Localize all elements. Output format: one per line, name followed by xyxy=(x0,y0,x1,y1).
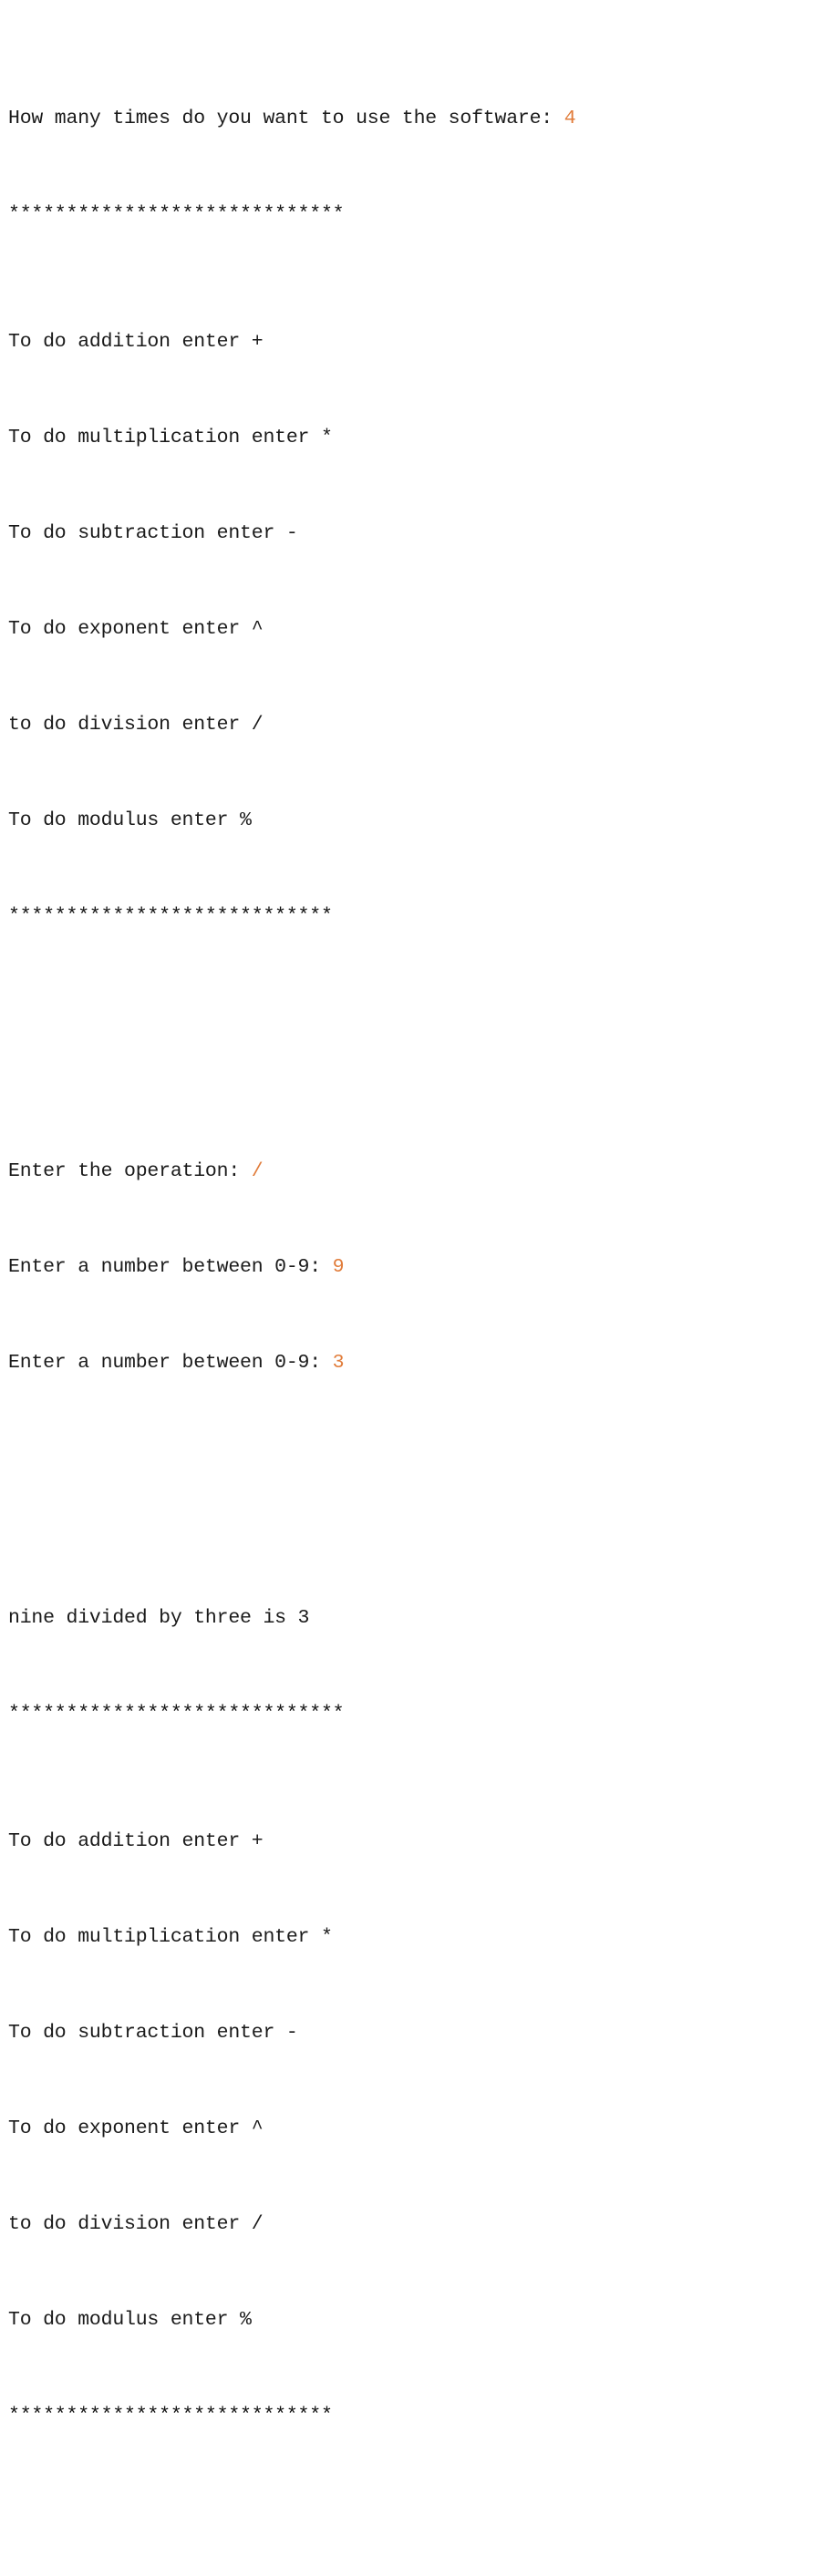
prompt-operation-label-1: Enter the operation: xyxy=(8,1160,252,1182)
menu-item-modulus-2: To do modulus enter % xyxy=(8,2309,252,2331)
menu-item-division-2: to do division enter / xyxy=(8,2213,264,2235)
input-times-value[interactable]: 4 xyxy=(564,108,576,129)
menu-item-addition-1: To do addition enter + xyxy=(8,331,264,353)
prompt-number-label-a-1: Enter a number between 0-9: xyxy=(8,1256,333,1278)
prompt-line-operation-1: Enter the operation: / xyxy=(8,1156,817,1188)
menu-item-multiplication-2: To do multiplication enter * xyxy=(8,1926,333,1948)
menu-item-subtraction-1: To do subtraction enter - xyxy=(8,522,298,544)
prompt-times-label: How many times do you want to use the so… xyxy=(8,108,564,129)
input-number-value-b-1[interactable]: 3 xyxy=(333,1352,345,1374)
prompt-number-label-b-1: Enter a number between 0-9: xyxy=(8,1352,333,1374)
menu-item-exponent-1: To do exponent enter ^ xyxy=(8,618,264,640)
separator-long-2: ***************************** xyxy=(8,1703,345,1725)
separator-short-2: **************************** xyxy=(8,2405,333,2427)
prompt-line-times: How many times do you want to use the so… xyxy=(8,103,817,135)
input-number-value-a-1[interactable]: 9 xyxy=(333,1256,345,1278)
menu-item-exponent-2: To do exponent enter ^ xyxy=(8,2117,264,2139)
menu-item-addition-2: To do addition enter + xyxy=(8,1830,264,1852)
menu-item-modulus-1: To do modulus enter % xyxy=(8,809,252,831)
menu-item-multiplication-1: To do multiplication enter * xyxy=(8,427,333,448)
result-line-1: nine divided by three is 3 xyxy=(8,1607,310,1629)
prompt-line-number-b-1: Enter a number between 0-9: 3 xyxy=(8,1347,817,1379)
input-operation-value-1[interactable]: / xyxy=(252,1160,264,1182)
menu-item-division-1: to do division enter / xyxy=(8,714,264,736)
menu-item-subtraction-2: To do subtraction enter - xyxy=(8,2022,298,2044)
prompt-line-number-a-1: Enter a number between 0-9: 9 xyxy=(8,1252,817,1283)
separator-short-1: **************************** xyxy=(8,905,333,927)
terminal-output: How many times do you want to use the so… xyxy=(0,0,817,2576)
separator-long-1: ***************************** xyxy=(8,203,345,225)
